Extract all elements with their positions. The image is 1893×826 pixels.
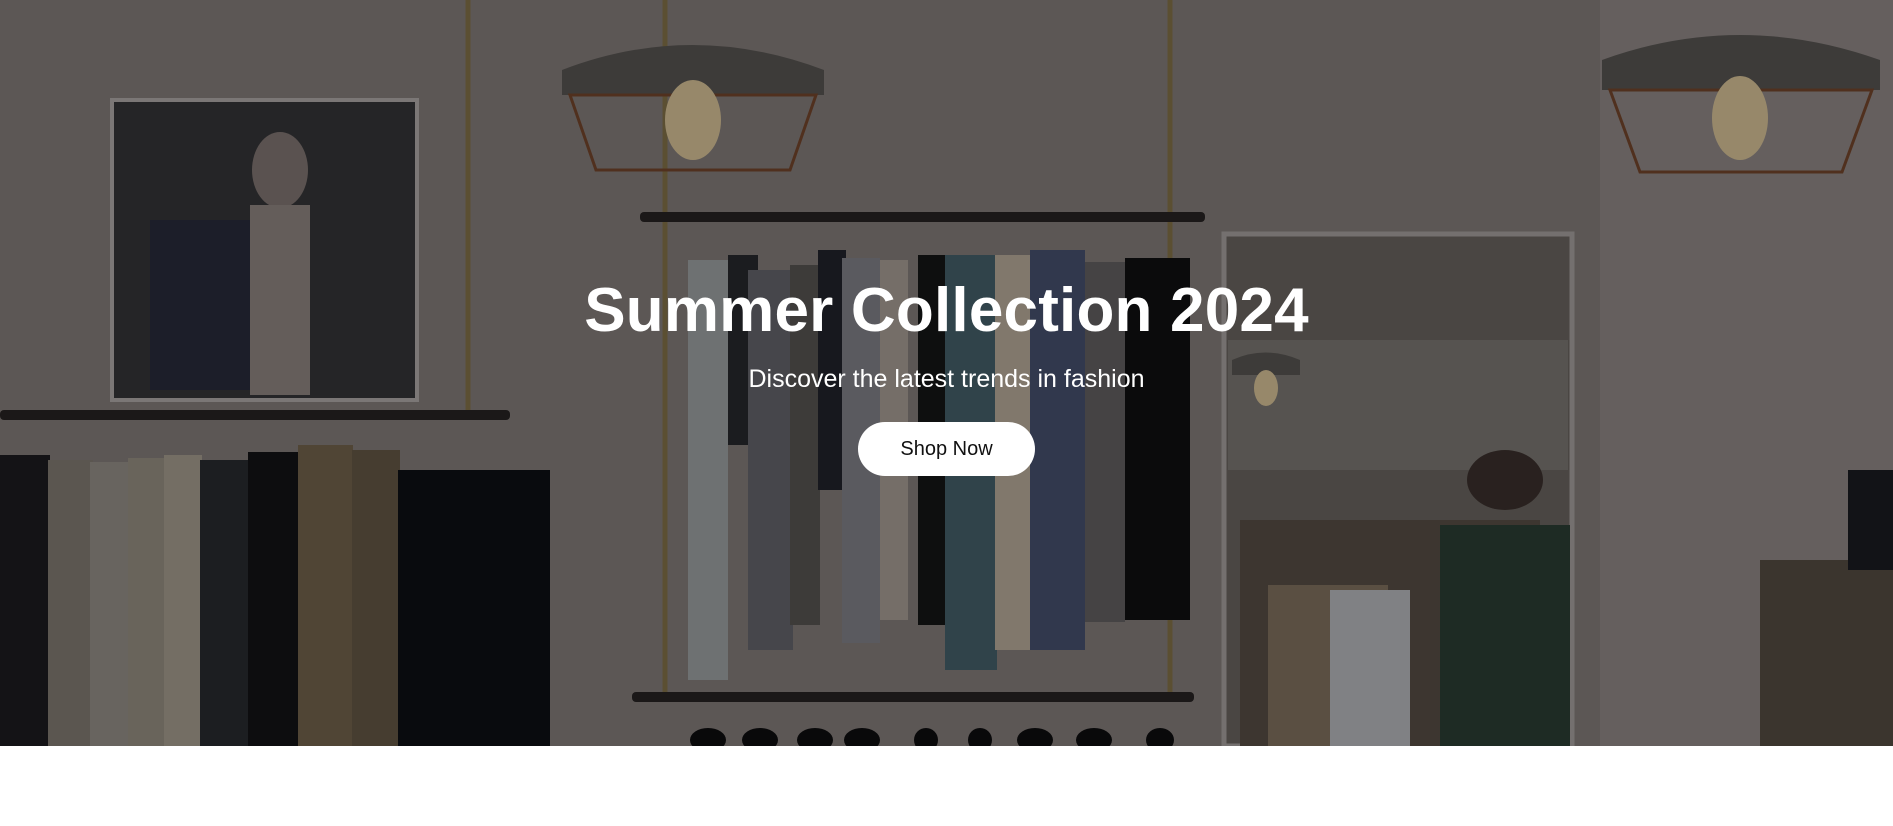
hero-subtitle: Discover the latest trends in fashion (748, 365, 1145, 393)
hero-banner: Summer Collection 2024 Discover the late… (0, 0, 1893, 746)
page: Summer Collection 2024 Discover the late… (0, 0, 1893, 826)
shop-now-button[interactable]: Shop Now (858, 422, 1035, 476)
hero-content: Summer Collection 2024 Discover the late… (0, 270, 1893, 476)
hero-title: Summer Collection 2024 (584, 276, 1309, 345)
page-content-area (0, 746, 1893, 826)
